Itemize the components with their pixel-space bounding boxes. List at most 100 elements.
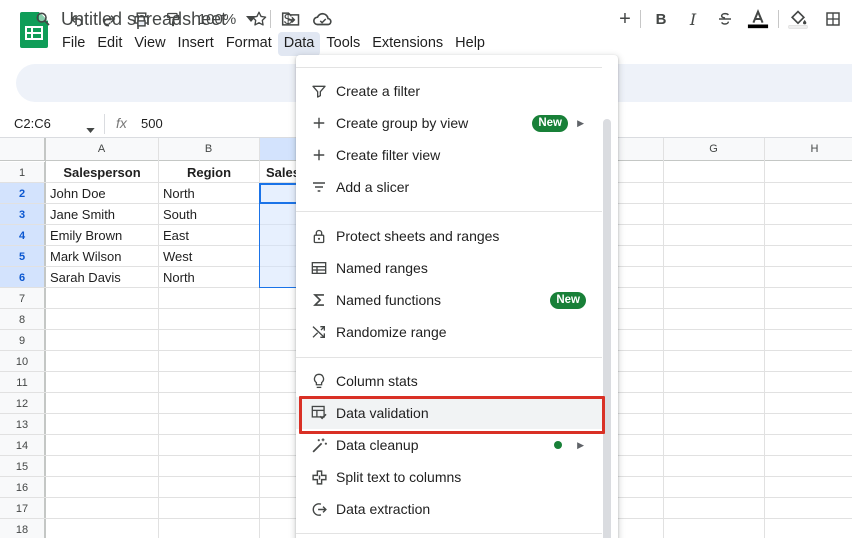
menu-item-label: Create a filter: [336, 83, 421, 99]
menu-view[interactable]: View: [128, 32, 171, 56]
cell-b4[interactable]: East: [159, 225, 259, 246]
menu-insert[interactable]: Insert: [172, 32, 220, 56]
column-header-f[interactable]: [613, 138, 663, 161]
cell-b3[interactable]: South: [159, 204, 259, 225]
table-icon: [310, 259, 328, 277]
menu-divider: [296, 533, 602, 534]
menu-item-named-functions[interactable]: Named functions New: [296, 284, 602, 316]
row-header[interactable]: 11: [0, 372, 45, 393]
row-header[interactable]: 1: [0, 162, 45, 183]
menu-item-label: Named ranges: [336, 260, 428, 276]
search-icon[interactable]: [32, 8, 54, 30]
menu-item-randomize-range[interactable]: Randomize range: [296, 316, 602, 348]
menu-format[interactable]: Format: [220, 32, 278, 56]
new-badge: New: [532, 114, 568, 132]
menu-divider: [296, 67, 602, 68]
menu-item-create-filter-view[interactable]: Create filter view: [296, 139, 602, 171]
row-header[interactable]: 13: [0, 414, 45, 435]
cell-b2[interactable]: North: [159, 183, 259, 204]
row-header[interactable]: 4: [0, 225, 45, 246]
row-header[interactable]: 5: [0, 246, 45, 267]
column-header-b[interactable]: B: [158, 138, 259, 161]
cell-a6[interactable]: Sarah Davis: [46, 267, 158, 288]
name-box[interactable]: C2:C6: [14, 116, 51, 131]
row-header[interactable]: 17: [0, 498, 45, 519]
menu-item-create-filter[interactable]: Create a filter: [296, 75, 602, 107]
cell-c1[interactable]: Sales: [260, 162, 299, 182]
cell-a5[interactable]: Mark Wilson: [46, 246, 158, 267]
toolbar-divider: [778, 10, 779, 28]
name-box-dropdown-icon[interactable]: [86, 120, 95, 138]
grid-line: [663, 138, 664, 538]
status-dot: [554, 441, 562, 449]
bold-icon[interactable]: B: [651, 8, 671, 30]
menu-item-label: Named functions: [336, 292, 442, 308]
row-header[interactable]: 2: [0, 183, 45, 204]
column-header-h[interactable]: H: [764, 138, 852, 161]
lock-icon: [310, 227, 328, 245]
menu-help[interactable]: Help: [449, 32, 491, 56]
menu-item-named-ranges[interactable]: Named ranges: [296, 252, 602, 284]
row-header[interactable]: 7: [0, 288, 45, 309]
cell-a2[interactable]: John Doe: [46, 183, 158, 204]
menu-extensions[interactable]: Extensions: [366, 32, 449, 56]
cell-a4[interactable]: Emily Brown: [46, 225, 158, 246]
menu-tools[interactable]: Tools: [320, 32, 366, 56]
menu-scrollbar[interactable]: [603, 119, 611, 538]
row-header[interactable]: 12: [0, 393, 45, 414]
split-icon: [310, 468, 328, 486]
menu-item-label: Create group by view: [336, 115, 469, 131]
formula-divider: [104, 114, 105, 134]
italic-icon[interactable]: I: [683, 8, 703, 30]
undo-icon[interactable]: [66, 8, 88, 30]
menu-item-label: Data extraction: [336, 501, 431, 517]
cell-b6[interactable]: North: [159, 267, 259, 288]
select-all-corner[interactable]: [0, 138, 45, 161]
cell-b1[interactable]: Region: [159, 162, 259, 182]
cell-a1[interactable]: Salesperson: [46, 162, 158, 182]
row-header[interactable]: 3: [0, 204, 45, 225]
menu-data[interactable]: Data: [277, 32, 321, 56]
zoom-dropdown-icon[interactable]: [244, 8, 258, 30]
menu-item-protect-sheets[interactable]: Protect sheets and ranges: [296, 220, 602, 252]
formula-input[interactable]: 500: [141, 116, 163, 131]
fx-icon: fx: [116, 115, 127, 131]
cloud-status-icon[interactable]: [312, 9, 334, 29]
column-header-c[interactable]: [259, 138, 299, 161]
menu-edit[interactable]: Edit: [91, 32, 128, 56]
row-header[interactable]: 8: [0, 309, 45, 330]
cell-a3[interactable]: Jane Smith: [46, 204, 158, 225]
fill-color-icon[interactable]: [786, 8, 810, 30]
row-header[interactable]: 18: [0, 519, 45, 538]
text-color-icon[interactable]: [746, 8, 770, 30]
print-icon[interactable]: [130, 8, 152, 30]
active-cell: [259, 183, 299, 204]
toolbar-divider: [640, 10, 641, 28]
shuffle-icon: [310, 323, 328, 341]
plus-icon: [310, 114, 328, 132]
column-header-g[interactable]: G: [663, 138, 764, 161]
row-header[interactable]: 10: [0, 351, 45, 372]
menu-item-split-text[interactable]: Split text to columns: [296, 461, 602, 493]
redo-icon[interactable]: [98, 8, 120, 30]
paint-format-icon[interactable]: [162, 8, 184, 30]
strikethrough-icon[interactable]: [714, 8, 736, 30]
row-header[interactable]: 14: [0, 435, 45, 456]
cell-b5[interactable]: West: [159, 246, 259, 267]
filter-icon: [310, 82, 328, 100]
menu-file[interactable]: File: [56, 32, 91, 56]
row-header[interactable]: 16: [0, 477, 45, 498]
increase-font-size-icon[interactable]: +: [616, 8, 634, 30]
menu-item-create-group-by-view[interactable]: Create group by view New ▶: [296, 107, 602, 139]
menu-item-data-extraction[interactable]: Data extraction: [296, 493, 602, 525]
submenu-arrow-icon: ▶: [577, 439, 584, 450]
menu-item-add-slicer[interactable]: Add a slicer: [296, 171, 602, 203]
zoom-select[interactable]: 100%: [196, 8, 238, 30]
row-header[interactable]: 9: [0, 330, 45, 351]
currency-format-button[interactable]: $: [280, 8, 296, 30]
menu-item-column-stats[interactable]: Column stats: [296, 365, 602, 397]
row-header[interactable]: 6: [0, 267, 45, 288]
borders-icon[interactable]: [822, 8, 844, 30]
row-header[interactable]: 15: [0, 456, 45, 477]
column-header-a[interactable]: A: [45, 138, 158, 161]
